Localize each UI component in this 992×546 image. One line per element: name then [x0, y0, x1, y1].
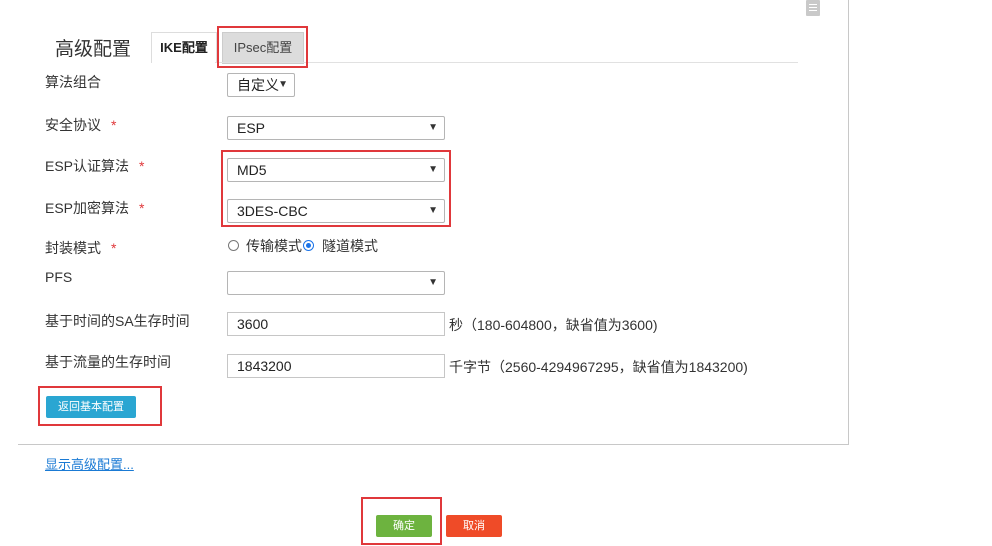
tab-ike-config[interactable]: IKE配置: [151, 32, 217, 63]
radio-tunnel-mode[interactable]: [303, 240, 314, 251]
esp-auth-select[interactable]: MD5 ▼: [227, 158, 445, 182]
security-protocol-select[interactable]: ESP ▼: [227, 116, 445, 140]
security-protocol-value: ESP: [237, 120, 266, 136]
required-star: *: [139, 158, 145, 174]
chevron-down-icon: ▼: [428, 164, 438, 175]
sa-traffic-hint: 千字节（2560-4294967295，缺省值为1843200): [449, 359, 748, 375]
document-icon[interactable]: [806, 0, 820, 16]
esp-auth-value: MD5: [237, 162, 267, 178]
pfs-label: PFS: [45, 269, 73, 285]
highlight-ipsec-tab: [217, 26, 308, 68]
required-star: *: [139, 200, 145, 216]
required-star: *: [111, 240, 117, 256]
sa-traffic-label: 基于流量的生存时间: [45, 354, 171, 370]
panel-title: 高级配置: [55, 39, 132, 60]
encap-mode-label: 封装模式 *: [45, 240, 117, 256]
sa-time-hint: 秒（180-604800，缺省值为3600): [449, 317, 658, 333]
cancel-button[interactable]: 取消: [446, 515, 502, 537]
pfs-select[interactable]: ▼: [227, 271, 445, 295]
esp-auth-label: ESP认证算法 *: [45, 158, 145, 174]
transport-mode-label: 传输模式: [246, 238, 302, 254]
sa-traffic-input[interactable]: 1843200: [227, 354, 445, 378]
chevron-down-icon: ▼: [428, 277, 438, 288]
radio-transport-mode[interactable]: [228, 240, 239, 251]
algo-combo-label: 算法组合: [45, 74, 101, 90]
chevron-down-icon: ▼: [428, 205, 438, 216]
show-advanced-config-link[interactable]: 显示高级配置...: [45, 454, 134, 473]
esp-encrypt-select[interactable]: 3DES-CBC ▼: [227, 199, 445, 223]
required-star: *: [111, 117, 117, 133]
security-protocol-label: 安全协议 *: [45, 117, 117, 133]
sa-time-label: 基于时间的SA生存时间: [45, 313, 190, 329]
algo-combo-value: 自定义: [237, 77, 279, 93]
esp-encrypt-value: 3DES-CBC: [237, 203, 308, 219]
sa-time-input[interactable]: 3600: [227, 312, 445, 336]
back-to-basic-config-button[interactable]: 返回基本配置: [46, 396, 136, 418]
algo-combo-select[interactable]: 自定义 ▼: [227, 73, 295, 97]
chevron-down-icon: ▼: [428, 122, 438, 133]
ok-button[interactable]: 确定: [376, 515, 432, 537]
esp-encrypt-label: ESP加密算法 *: [45, 200, 145, 216]
chevron-down-icon: ▼: [278, 79, 288, 90]
tunnel-mode-label: 隧道模式: [322, 238, 378, 254]
